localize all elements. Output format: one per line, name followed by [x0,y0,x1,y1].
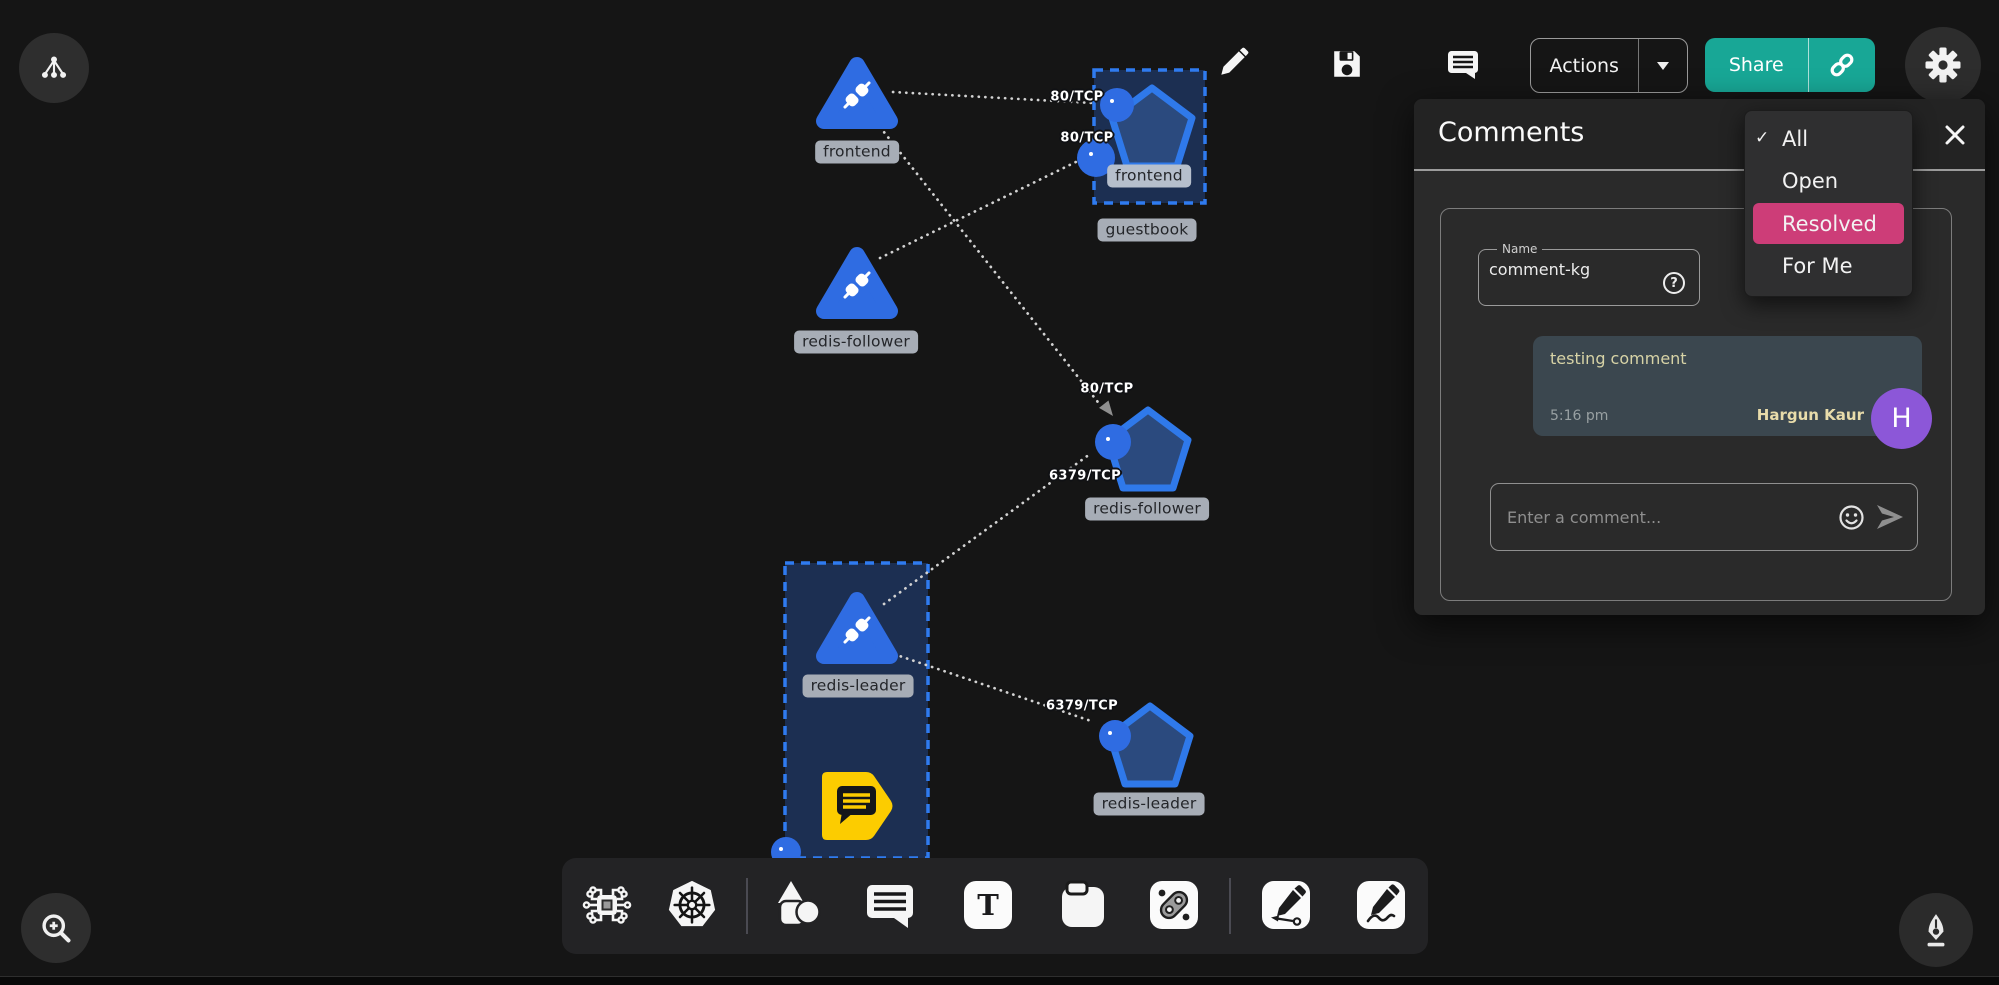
connector-tool[interactable] [1148,879,1200,931]
comment-item: testing comment 5:16 pm Hargun Kaur [1533,336,1922,436]
comment-tool-icon [864,880,916,930]
checkmark-icon: ✓ [1755,128,1769,148]
comment-name-field[interactable]: Name comment-kg ? [1478,242,1700,306]
node-label: redis-follower [1085,498,1209,521]
shapes-icon [771,879,823,931]
chevron-down-icon [1657,62,1669,70]
freehand-pencil-icon [1360,884,1402,926]
text-tool-tile: T [964,881,1012,929]
node-label: frontend [815,141,899,164]
comment-author: Hargun Kaur [1757,406,1864,424]
filter-option-open[interactable]: Open [1745,160,1912,202]
hierarchy-tree-button[interactable] [19,33,89,103]
node-frontend-workload[interactable] [824,65,890,121]
send-icon[interactable] [1875,504,1903,530]
zoom-button[interactable] [21,893,91,963]
frame-tool-icon [1057,879,1109,931]
endpoint-dot [779,847,783,851]
text-tool-icon: T [977,891,999,920]
edit-button[interactable] [1211,41,1255,85]
node-label: redis-leader [803,675,914,698]
filter-option-resolved[interactable]: Resolved [1753,203,1904,244]
edge-label: 6379/TCP [1046,699,1118,714]
actions-label[interactable]: Actions [1531,39,1638,92]
connector-icon [1153,884,1195,926]
node-redis-follower-workload[interactable] [824,255,890,311]
circuit-chip-tool[interactable] [581,879,633,931]
pencil-icon [1216,46,1250,80]
node-label: redis-leader [1094,793,1205,816]
comment-input[interactable] [1505,507,1828,528]
save-button[interactable] [1325,42,1369,86]
pen-mode-button[interactable] [1899,893,1973,967]
comments-filter-menu: ✓ All Open Resolved For Me [1744,110,1913,297]
connector-tile [1150,881,1198,929]
text-tool[interactable]: T [962,879,1014,931]
name-field-value: comment-kg [1489,260,1590,279]
help-icon[interactable]: ? [1663,272,1685,294]
edge-label: 80/TCP [1060,131,1113,146]
freehand-pencil-tool[interactable] [1355,879,1407,931]
chain-link-icon [1827,50,1857,80]
settings-button[interactable] [1905,27,1981,103]
share-split-button[interactable]: Share [1705,38,1875,92]
edge-pen-tool[interactable] [1260,879,1312,931]
speech-bubble-icon [1446,48,1480,80]
app-window: frontend frontend guestbook redis-follow… [0,0,1999,985]
share-label[interactable]: Share [1705,38,1808,92]
shape-toolbar: T [562,858,1428,954]
name-field-label: Name [1497,242,1542,256]
edge-frontend-followerpod [876,122,1101,406]
avatar: H [1871,388,1932,449]
panel-title: Comments [1438,117,1584,148]
filter-option-for-me[interactable]: For Me [1745,245,1912,287]
edge-pen-icon [1265,884,1307,926]
comment-input-row [1490,483,1918,551]
emoji-icon[interactable] [1838,504,1865,531]
comment-tool[interactable] [864,879,916,931]
filter-option-all[interactable]: ✓ All [1745,118,1912,160]
window-bottom-edge [0,976,1999,985]
comment-time: 5:16 pm [1550,408,1608,424]
node-label: frontend [1107,165,1191,188]
toolbar-divider [1229,878,1231,934]
floppy-disk-icon [1331,48,1363,80]
toolbar-divider [746,878,748,934]
frame-tool[interactable] [1057,879,1109,931]
edge-pen-tile [1262,881,1310,929]
close-panel-button[interactable] [1941,121,1969,149]
comment-text: testing comment [1550,349,1687,368]
edge-follower-guestbook [880,157,1086,258]
edge-label: 80/TCP [1080,382,1133,397]
freehand-pencil-tile [1357,881,1405,929]
comments-button[interactable] [1441,42,1485,86]
kubernetes-helm-icon [666,878,718,932]
fountain-pen-nib-icon [1918,912,1954,948]
group-label: guestbook [1098,219,1197,242]
magnifier-plus-icon [39,911,73,945]
edge-label: 6379/TCP [1049,469,1121,484]
actions-dropdown-toggle[interactable] [1639,39,1687,92]
node-label: redis-follower [794,331,918,354]
close-icon [1943,123,1967,147]
shapes-tool[interactable] [771,879,823,931]
node-redis-leader-pod[interactable] [1099,706,1190,784]
hierarchy-tree-icon [38,52,70,84]
kubernetes-tool[interactable] [666,879,718,931]
copy-link-button[interactable] [1809,38,1875,92]
gear-icon [1924,46,1962,84]
circuit-chip-icon [581,879,633,931]
actions-split-button[interactable]: Actions [1530,38,1688,93]
edge-label: 80/TCP [1050,90,1103,105]
